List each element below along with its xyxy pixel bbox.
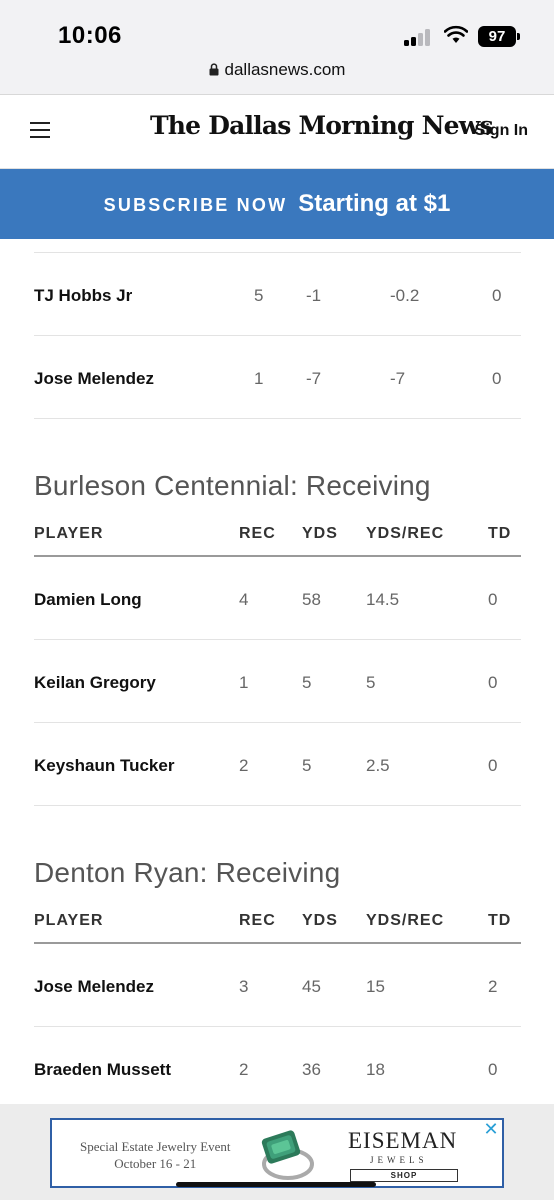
stat-avg: 5 (366, 673, 376, 692)
stat-yds: 45 (302, 977, 321, 996)
stat-cell: 5 (254, 286, 264, 305)
stat-avg: 2.5 (366, 756, 390, 775)
stat-cell: -0.2 (390, 286, 420, 305)
player-name: Keyshaun Tucker (34, 756, 175, 775)
stat-cell: -7 (306, 369, 322, 388)
ad-copy: Special Estate Jewelry Event October 16 … (80, 1138, 231, 1172)
home-indicator (176, 1182, 376, 1187)
player-name: Braeden Mussett (34, 1060, 171, 1079)
browser-chrome: 10:06 97 dallasnews.com (0, 0, 554, 95)
site-header: The Dallas Morning News Sign In (0, 95, 554, 169)
player-name: Keilan Gregory (34, 673, 156, 692)
address-bar[interactable]: dallasnews.com (0, 60, 554, 80)
hamburger-menu-icon[interactable] (30, 122, 50, 138)
close-icon[interactable]: ✕ (483, 1120, 499, 1138)
stat-cell: -1 (306, 286, 322, 305)
ad-brand-sub: JEWELS (370, 1155, 428, 1165)
stat-td: 2 (488, 977, 498, 996)
stat-rec: 2 (239, 1060, 249, 1079)
ring-image-icon (261, 1130, 314, 1180)
table-row: Keilan Gregory 1 5 5 0 (34, 640, 521, 723)
divider (34, 239, 521, 253)
stat-td: 0 (488, 673, 498, 692)
section-title: Denton Ryan: Receiving (34, 857, 341, 888)
sign-in-link[interactable]: Sign In (475, 122, 528, 140)
table-row: Jose Melendez 3 45 15 2 (34, 944, 521, 1027)
site-logo[interactable]: The Dallas Morning News (150, 111, 494, 140)
table-row: TJ Hobbs Jr 5 -1 -0.2 0 (34, 253, 521, 336)
column-header: TD (488, 912, 512, 929)
stat-rec: 4 (239, 590, 249, 609)
column-header: PLAYER (34, 525, 104, 542)
column-header: YDS (302, 525, 338, 542)
stat-td: 0 (488, 1060, 498, 1079)
stat-yds: 5 (302, 756, 312, 775)
table-row: Damien Long 4 58 14.5 0 (34, 557, 521, 640)
table-row: Keyshaun Tucker 2 5 2.5 0 (34, 723, 521, 806)
stat-avg: 15 (366, 977, 385, 996)
subscribe-price: Starting at $1 (298, 190, 451, 217)
ad-shop-button[interactable]: SHOP (350, 1169, 458, 1182)
cellular-signal-icon (404, 28, 434, 46)
stat-avg: 18 (366, 1060, 385, 1079)
stat-cell: 1 (254, 369, 264, 388)
stat-avg: 14.5 (366, 590, 400, 609)
section-title: Burleson Centennial: Receiving (34, 470, 431, 501)
stat-cell: 0 (492, 286, 502, 305)
table-header: PLAYER REC YDS YDS/REC TD (34, 525, 521, 557)
status-time: 10:06 (58, 22, 122, 49)
player-name: Jose Melendez (34, 977, 154, 996)
table-header: PLAYER REC YDS YDS/REC TD (34, 912, 521, 944)
column-header: YDS/REC (366, 525, 445, 542)
ad-banner[interactable]: Special Estate Jewelry Event October 16 … (50, 1118, 504, 1188)
stat-yds: 5 (302, 673, 312, 692)
column-header: REC (239, 525, 276, 542)
stat-yds: 58 (302, 590, 321, 609)
table-row: Jose Melendez 1 -7 -7 0 (34, 336, 521, 419)
player-name: Jose Melendez (34, 369, 154, 388)
column-header: YDS/REC (366, 912, 445, 929)
ad-brand: EISEMAN (348, 1128, 458, 1153)
column-header: YDS (302, 912, 338, 929)
player-name: TJ Hobbs Jr (34, 286, 133, 305)
stat-rec: 1 (239, 673, 249, 692)
column-header: TD (488, 525, 512, 542)
stats-content: TJ Hobbs Jr 5 -1 -0.2 0 Jose Melendez 1 … (34, 239, 521, 1110)
player-name: Damien Long (34, 590, 142, 609)
lock-icon (209, 63, 219, 76)
stat-td: 0 (488, 756, 498, 775)
stat-rec: 2 (239, 756, 249, 775)
ad-dates: October 16 - 21 (114, 1156, 197, 1171)
column-header: PLAYER (34, 912, 104, 929)
table-row: Braeden Mussett 2 36 18 0 (34, 1027, 521, 1110)
ad-headline: Special Estate Jewelry Event (80, 1139, 231, 1154)
url-text: dallasnews.com (224, 60, 346, 79)
stat-yds: 36 (302, 1060, 321, 1079)
stat-rec: 3 (239, 977, 249, 996)
subscribe-banner[interactable]: SUBSCRIBE NOW Starting at $1 (0, 169, 554, 239)
stat-cell: -7 (390, 369, 406, 388)
stat-td: 0 (488, 590, 498, 609)
wifi-icon (444, 25, 468, 43)
subscribe-label: SUBSCRIBE NOW (103, 195, 288, 215)
stat-cell: 0 (492, 369, 502, 388)
battery-icon: 97 (478, 26, 520, 47)
column-header: REC (239, 912, 276, 929)
